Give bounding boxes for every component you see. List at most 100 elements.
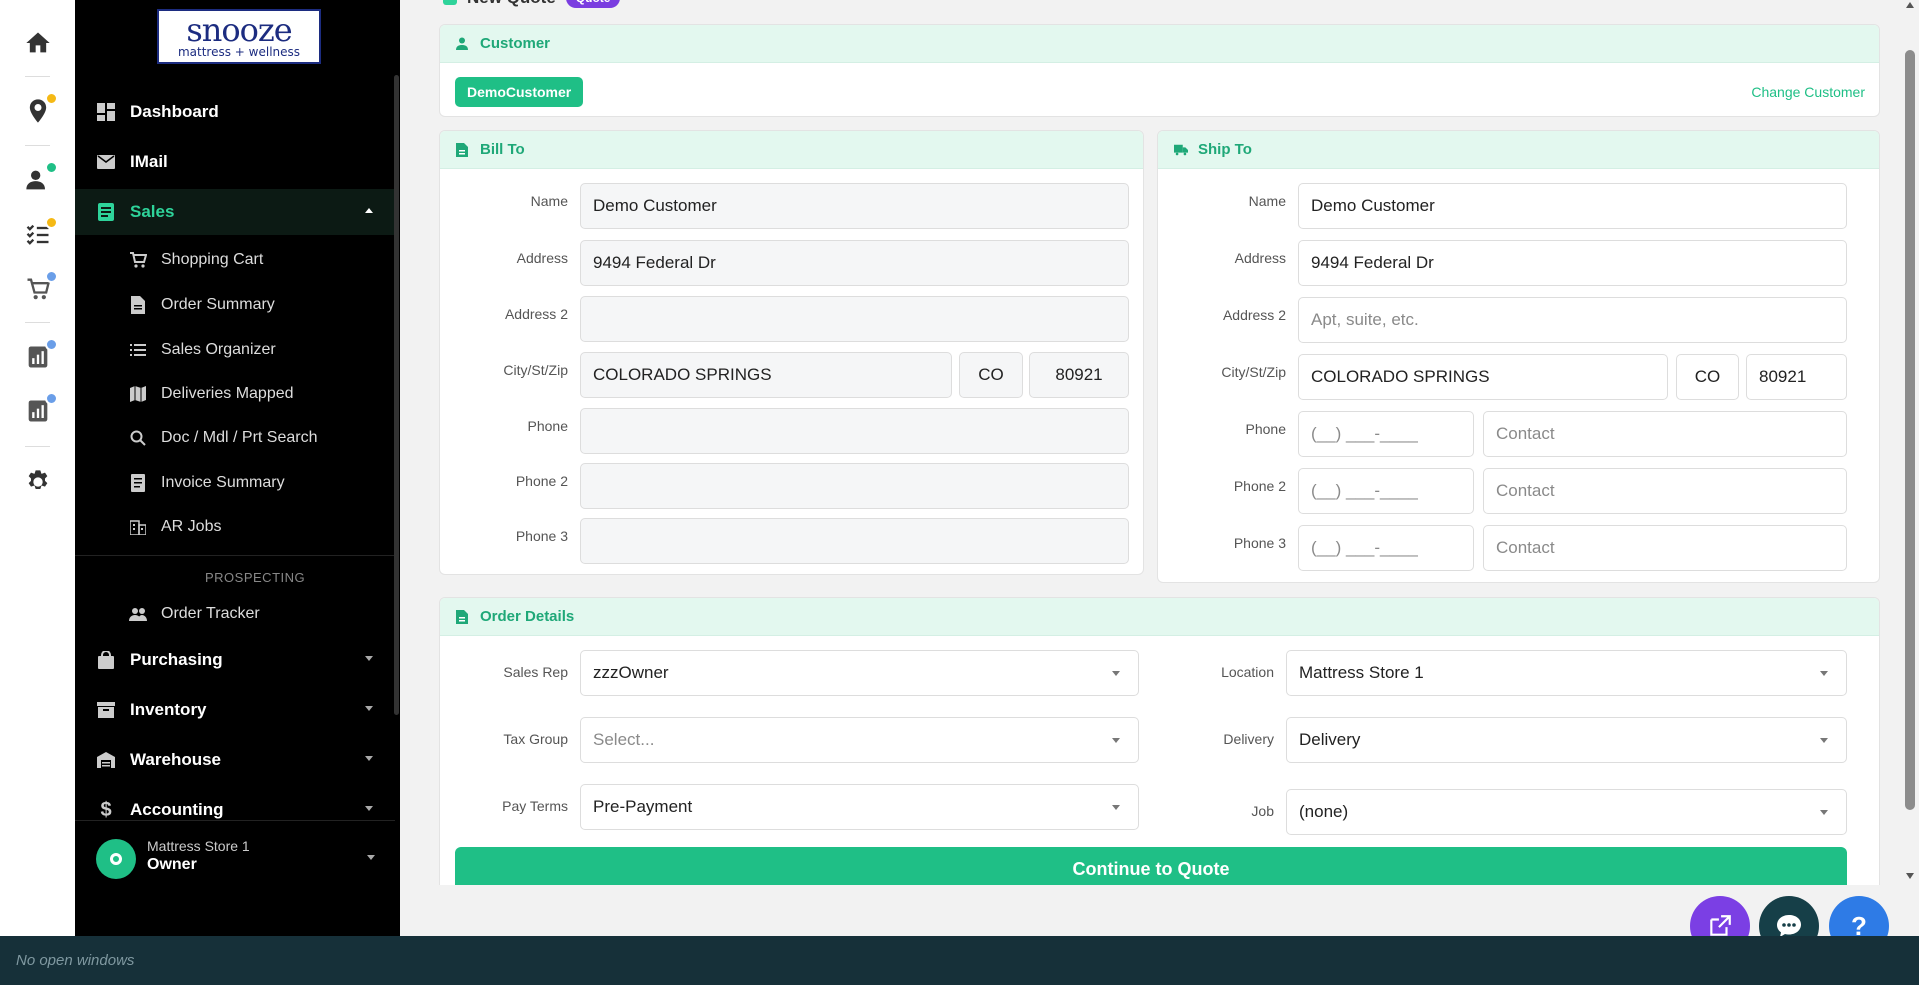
sidebar-item-inventory[interactable]: Inventory — [75, 687, 395, 733]
bill-zip-field[interactable]: 80921 — [1029, 352, 1129, 398]
ship-zip-field[interactable]: 80921 — [1746, 354, 1847, 400]
bill-address2-field[interactable] — [580, 296, 1129, 342]
store-avatar — [96, 839, 136, 879]
ship-state-field[interactable]: CO — [1676, 354, 1739, 400]
sidebar-item-label: Shopping Cart — [161, 251, 264, 268]
bill-state-field[interactable]: CO — [959, 352, 1023, 398]
ship-name-field[interactable]: Demo Customer — [1298, 183, 1847, 229]
bill-phone3-field[interactable] — [580, 518, 1129, 564]
store-role: Owner — [147, 856, 197, 873]
sidebar-item-deliveries-mapped[interactable]: Deliveries Mapped — [75, 374, 395, 414]
gear-icon[interactable] — [0, 457, 75, 507]
sidebar-item-ar-jobs[interactable]: AR Jobs — [75, 507, 395, 547]
bill-city-field[interactable]: COLORADO SPRINGS — [580, 352, 952, 398]
report-icon[interactable] — [0, 332, 75, 382]
change-customer-link[interactable]: Change Customer — [1751, 84, 1865, 100]
sidebar-item-dashboard[interactable]: Dashboard — [75, 89, 395, 135]
ship-phone3-field[interactable]: (__) ___-____ — [1298, 525, 1474, 571]
sidebar-item-warehouse[interactable]: Warehouse — [75, 737, 395, 783]
warehouse-icon — [96, 750, 116, 770]
sidebar-item-label: Accounting — [130, 800, 224, 819]
bill-address-label: Address — [516, 250, 568, 266]
sidebar-item-label: Dashboard — [130, 102, 219, 121]
sidebar-item-label: Inventory — [130, 700, 207, 719]
chevron-up-icon — [365, 208, 373, 213]
store-name: Mattress Store 1 — [147, 838, 250, 854]
report-icon[interactable] — [0, 386, 75, 436]
sidebar-item-invoice-summary[interactable]: Invoice Summary — [75, 463, 395, 503]
building-icon — [129, 518, 147, 536]
tax-group-label: Tax Group — [503, 731, 568, 747]
sidebar-item-sales-organizer[interactable]: Sales Organizer — [75, 330, 395, 370]
sales-rep-select[interactable]: zzzOwner — [580, 650, 1139, 696]
sidebar-item-label: Sales — [130, 202, 175, 221]
dashboard-icon — [96, 102, 116, 122]
customer-header: Customer — [440, 25, 1879, 63]
sidebar-item-shopping-cart[interactable]: Shopping Cart — [75, 240, 395, 280]
cart-icon[interactable] — [0, 264, 75, 314]
bill-phone2-field[interactable] — [580, 463, 1129, 509]
location-select[interactable]: Mattress Store 1 — [1286, 650, 1847, 696]
sidebar-item-sales[interactable]: Sales — [75, 189, 395, 235]
sidebar-scrollbar[interactable] — [394, 75, 399, 715]
page-scrollbar[interactable] — [1901, 0, 1919, 885]
ship-city-field[interactable]: COLORADO SPRINGS — [1298, 354, 1668, 400]
ship-phone-field[interactable]: (__) ___-____ — [1298, 411, 1474, 457]
sidebar-item-imail[interactable]: IMail — [75, 139, 395, 185]
bill-phone-field[interactable] — [580, 408, 1129, 454]
sidebar-item-order-tracker[interactable]: Order Tracker — [75, 594, 395, 634]
bill-address-field[interactable]: 9494 Federal Dr — [580, 240, 1129, 286]
ship-phone2-label: Phone 2 — [1233, 478, 1286, 494]
delivery-select[interactable]: Delivery — [1286, 717, 1847, 763]
store-switcher[interactable]: Mattress Store 1 Owner — [75, 820, 395, 890]
bill-phone3-label: Phone 3 — [515, 528, 568, 544]
chevron-down-icon — [365, 656, 373, 661]
home-icon[interactable] — [0, 18, 75, 68]
sidebar-item-label: Purchasing — [130, 650, 223, 669]
add-person-icon[interactable] — [0, 155, 75, 205]
sidebar-item-label: Doc / Mdl / Prt Search — [161, 429, 318, 446]
prospecting-heading: PROSPECTING — [205, 570, 306, 585]
ship-address2-field[interactable]: Apt, suite, etc. — [1298, 297, 1847, 343]
pay-terms-select[interactable]: Pre-Payment — [580, 784, 1139, 830]
chevron-down-icon — [365, 756, 373, 761]
chevron-down-icon — [1820, 810, 1828, 815]
page-title: New Quote Quote — [443, 0, 621, 8]
ship-address-field[interactable]: 9494 Federal Dr — [1298, 240, 1847, 286]
checklist-icon[interactable] — [0, 210, 75, 260]
chevron-down-icon — [365, 806, 373, 811]
bill-name-field[interactable]: Demo Customer — [580, 183, 1129, 229]
chevron-down-icon — [365, 706, 373, 711]
ship-phone2-field[interactable]: (__) ___-____ — [1298, 468, 1474, 514]
shopping-bag-icon — [96, 650, 116, 670]
job-select[interactable]: (none) — [1286, 789, 1847, 835]
map-icon — [129, 385, 147, 403]
sidebar-item-label: Deliveries Mapped — [161, 385, 294, 402]
chevron-down-icon — [367, 855, 375, 860]
ship-name-label: Name — [1248, 193, 1286, 209]
sidebar-item-order-summary[interactable]: Order Summary — [75, 285, 395, 325]
sidebar-item-purchasing[interactable]: Purchasing — [75, 637, 395, 683]
sidebar-item-label: Invoice Summary — [161, 474, 285, 491]
sidebar-item-doc-search[interactable]: Doc / Mdl / Prt Search — [75, 418, 395, 458]
snooze-logo[interactable]: snooze mattress + wellness — [157, 9, 321, 64]
taskbar: No open windows — [0, 936, 1919, 985]
ship-contact2-field[interactable]: Contact — [1483, 468, 1847, 514]
ship-contact-field[interactable]: Contact — [1483, 411, 1847, 457]
ship-address2-label: Address 2 — [1222, 307, 1286, 323]
tax-group-select[interactable]: Select... — [580, 717, 1139, 763]
bill-to-header: Bill To — [440, 131, 1143, 169]
ship-contact3-field[interactable]: Contact — [1483, 525, 1847, 571]
document-icon — [129, 296, 147, 314]
scroll-up-arrow-icon — [1906, 2, 1914, 8]
location-label: Location — [1221, 664, 1274, 680]
logo-wordmark: snooze — [186, 10, 292, 49]
pay-terms-label: Pay Terms — [502, 798, 568, 814]
sidebar-item-label: IMail — [130, 152, 168, 171]
ship-address-label: Address — [1234, 250, 1286, 266]
customer-chip[interactable]: DemoCustomer — [455, 77, 584, 107]
sales-icon — [96, 202, 116, 222]
location-pin-icon[interactable] — [0, 86, 75, 136]
chevron-down-icon — [1820, 671, 1828, 676]
status-badge: Quote — [565, 0, 621, 8]
